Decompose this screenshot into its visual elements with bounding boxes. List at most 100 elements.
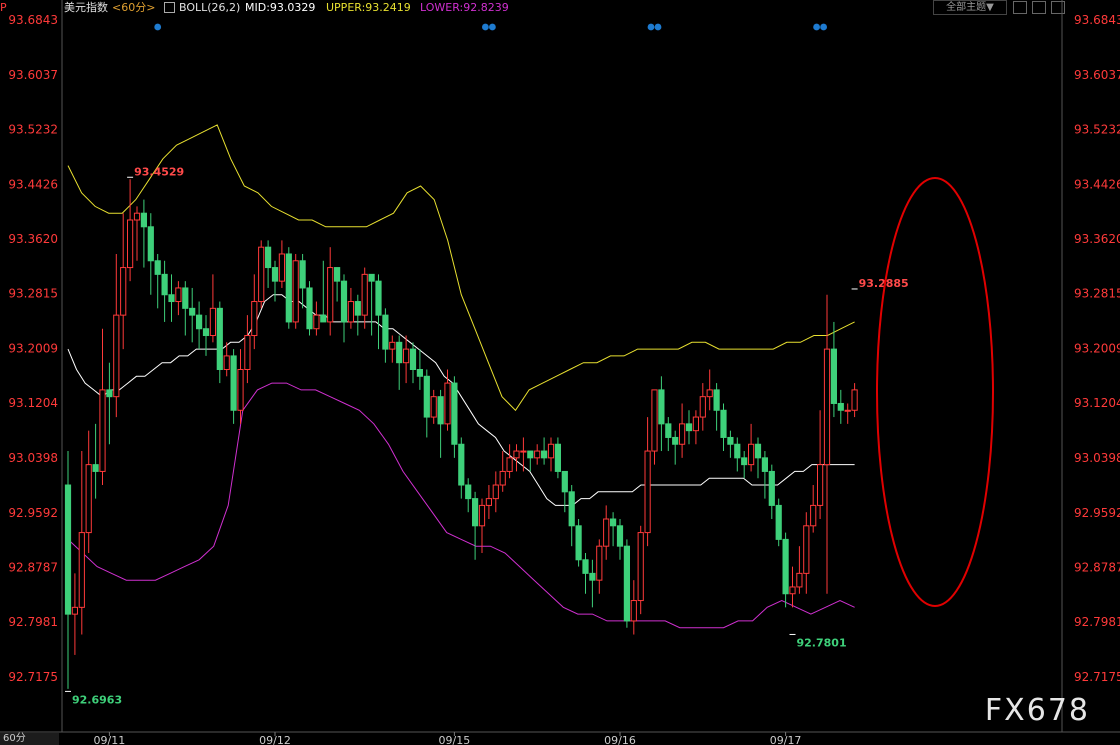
- candle-up: [644, 450, 651, 534]
- y-tick-label-left: 93.2815: [8, 287, 58, 301]
- event-marker-dot: [154, 23, 162, 31]
- candle-down: [161, 273, 168, 296]
- event-marker-dot: [482, 23, 489, 31]
- candle-down: [299, 260, 306, 289]
- y-tick-label-right: 93.5232: [1074, 122, 1120, 136]
- candle-down: [396, 341, 403, 364]
- candle-down: [285, 253, 292, 323]
- watermark-logo: FX678: [984, 693, 1090, 728]
- candle-down: [382, 314, 389, 350]
- y-tick-label-right: 93.3620: [1074, 232, 1120, 246]
- y-tick-label-right: 93.1204: [1074, 396, 1120, 410]
- candle-down: [782, 538, 789, 595]
- candle-down: [561, 470, 568, 493]
- candle-up: [361, 273, 368, 316]
- candle-up: [444, 382, 451, 425]
- boll-lower-line: [67, 382, 855, 629]
- candle-down: [168, 294, 175, 303]
- candle-down: [761, 457, 768, 472]
- event-marker-dot: [647, 23, 655, 31]
- candle-down: [409, 348, 417, 370]
- candle-up: [492, 484, 499, 500]
- candle-down: [720, 409, 727, 438]
- candle-down: [658, 389, 665, 425]
- candle-down: [589, 572, 596, 581]
- candle-down: [775, 504, 782, 540]
- y-tick-label-left: 93.0398: [8, 451, 58, 465]
- candle-down: [271, 267, 279, 282]
- candle-up: [596, 545, 603, 581]
- y-tick-label-right: 93.2815: [1074, 287, 1120, 301]
- y-tick-label-left: 93.6037: [8, 68, 58, 82]
- candle-down: [713, 389, 720, 411]
- candle-up: [603, 518, 610, 547]
- candle-down: [568, 491, 575, 527]
- candle-down: [375, 280, 382, 316]
- period-tab[interactable]: 60分: [0, 733, 59, 745]
- candle-up: [699, 396, 706, 418]
- y-tick-label-left: 92.7981: [8, 615, 58, 629]
- y-tick-label-left: 93.2009: [8, 342, 58, 356]
- candle-down: [830, 348, 837, 404]
- candle-up: [292, 260, 299, 323]
- x-tick-label: 09/12: [259, 734, 291, 745]
- candle-up: [499, 470, 506, 486]
- candle-up: [513, 450, 520, 459]
- event-marker-dot: [489, 23, 496, 31]
- candle-down: [154, 260, 161, 275]
- candle-up: [258, 246, 265, 303]
- low-price-label: 92.6963: [72, 693, 122, 706]
- x-tick-label: 09/17: [770, 734, 802, 745]
- candle-up: [520, 450, 527, 453]
- high-price-label: 93.4529: [134, 165, 184, 178]
- candle-up: [547, 443, 555, 459]
- candle-down: [140, 212, 148, 228]
- candle-up: [851, 389, 858, 411]
- candle-up: [120, 267, 127, 316]
- candle-down: [741, 457, 748, 466]
- candle-down: [672, 436, 679, 445]
- highlight-ellipse: [876, 177, 994, 607]
- candle-up: [803, 525, 810, 574]
- candle-down: [189, 307, 196, 316]
- candle-down: [437, 396, 444, 425]
- event-marker-dot: [813, 23, 820, 31]
- candle-down: [92, 464, 99, 472]
- candle-up: [389, 341, 396, 350]
- candle-up: [692, 416, 699, 432]
- y-tick-label-left: 92.9592: [8, 506, 58, 520]
- x-tick-label: 09/15: [439, 734, 471, 745]
- candle-up: [99, 389, 106, 472]
- candle-up: [506, 457, 513, 472]
- candle-up: [844, 409, 851, 412]
- candle-down: [575, 525, 582, 561]
- y-tick-label-right: 92.7175: [1074, 670, 1120, 684]
- candle-up: [796, 572, 803, 588]
- candle-up: [71, 606, 79, 615]
- candle-up: [85, 464, 92, 534]
- candle-down: [527, 450, 534, 459]
- event-marker-dot: [820, 23, 827, 31]
- y-tick-label-right: 92.7981: [1074, 615, 1120, 629]
- candle-down: [665, 423, 672, 438]
- candle-up: [810, 504, 817, 527]
- candle-down: [265, 246, 272, 269]
- candle-up: [237, 368, 244, 411]
- candle-up: [113, 314, 120, 398]
- candle-up: [637, 532, 644, 602]
- candle-down: [106, 389, 113, 398]
- low-price-label: 92.7801: [797, 636, 847, 649]
- candle-down: [685, 423, 693, 432]
- y-tick-label-left: 93.1204: [8, 396, 58, 410]
- candle-down: [354, 301, 361, 316]
- price-chart[interactable]: 93.6843 93.6843 93.6037 93.6037 93.5232 93.52…: [0, 0, 1120, 745]
- y-tick-label-right: 93.6843: [1074, 13, 1120, 27]
- candle-up: [78, 532, 85, 608]
- candle-down: [64, 484, 72, 615]
- boll-upper-line: [67, 124, 855, 412]
- y-tick-label-right: 92.8787: [1074, 560, 1120, 574]
- candle-down: [554, 443, 561, 472]
- candle-up: [789, 586, 796, 595]
- y-tick-label-left: 93.6843: [8, 13, 58, 27]
- candle-down: [306, 287, 313, 330]
